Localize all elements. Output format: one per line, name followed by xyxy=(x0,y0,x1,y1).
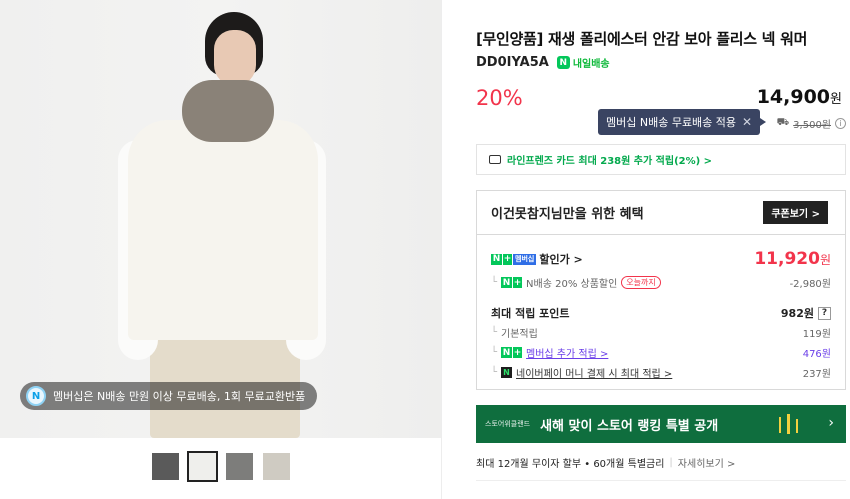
thumbnail-3[interactable] xyxy=(224,451,255,482)
model-neck-warmer xyxy=(182,80,274,142)
points-row: 최대 적립 포인트 982원 ? xyxy=(491,305,831,321)
shipping-fee: ⛟ 3,500원 i xyxy=(777,116,846,131)
trophy-decoration-icon xyxy=(779,414,798,434)
tooltip-text: 멤버십 N배송 무료배송 적용 xyxy=(606,116,737,129)
nship-discount-amount: -2,980원 xyxy=(789,279,831,290)
promo-text: 새해 맞이 스토어 랭킹 특별 공개 xyxy=(540,418,719,434)
truck-icon: ⛟ xyxy=(776,117,790,128)
benefit-box: 이건못참지님만을 위한 혜택 쿠폰보기 > N + 멤버십 할인가 > 11,920… xyxy=(476,190,846,390)
product-code-row: DD0IYA5A N 내일배송 xyxy=(476,55,610,70)
nship-discount-row: └ N + N배송 20% 상품할인 오늘까지 -2,980원 xyxy=(491,275,831,290)
benefit-header: 이건못참지님만을 위한 혜택 쿠폰보기 > xyxy=(477,191,845,235)
membership-banner-text: 멤버십은 N배송 만원 이상 무료배송, 1회 무료교환반품 xyxy=(53,390,306,403)
today-only-tag: 오늘까지 xyxy=(621,276,661,289)
naver-plus-icon: N + xyxy=(501,277,523,288)
credit-card-icon xyxy=(489,155,501,164)
close-icon[interactable]: ✕ xyxy=(742,115,752,129)
naver-plus-icon: N + xyxy=(501,347,523,358)
separator: | xyxy=(669,457,673,468)
sale-price-row: N + 멤버십 할인가 > 11,920원 xyxy=(491,249,831,269)
product-gallery: N 멤버십은 N배송 만원 이상 무료배송, 1회 무료교환반품 xyxy=(0,0,441,499)
naver-delivery-icon: N xyxy=(556,56,570,69)
naver-membership-icon: N xyxy=(26,386,46,406)
product-title: [무인양품] 재생 폴리에스터 안감 보아 플리스 넥 워머 xyxy=(476,30,808,48)
member-sale-price: 11,920원 xyxy=(754,249,831,269)
benefit-heading: 이건못참지님만을 위한 혜택 xyxy=(491,207,644,222)
product-code: DD0IYA5A xyxy=(476,55,549,70)
npay-points-value: 237원 xyxy=(802,369,831,380)
npay-points-row: └ N 네이버페이 머니 결제 시 최대 적립 > 237원 xyxy=(491,365,831,380)
installment-text: 최대 12개월 무이자 할부 • 60개월 특별금리 xyxy=(476,459,665,470)
tomorrow-delivery-badge: N 내일배송 xyxy=(556,55,610,70)
coupon-button[interactable]: 쿠폰보기 > xyxy=(763,201,828,224)
points-help-icon[interactable]: ? xyxy=(818,306,831,320)
npay-points-link[interactable]: 네이버페이 머니 결제 시 최대 적립 > xyxy=(516,365,672,380)
card-benefit-text: 라인프렌즈 카드 최대 238원 추가 적립(2%) > xyxy=(507,156,713,167)
tree-branch-icon: └ xyxy=(491,347,498,358)
store-ranking-promo[interactable]: 스토어위클랜드 새해 맞이 스토어 랭킹 특별 공개 › xyxy=(476,405,846,443)
sale-price: 14,900원 xyxy=(756,86,842,108)
model-face xyxy=(214,30,256,86)
points-label: 최대 적립 포인트 xyxy=(491,307,570,320)
sale-label-link[interactable]: N + 멤버십 할인가 > xyxy=(491,251,583,267)
member-points-row: └ N + 멤버십 추가 적립 > 476원 xyxy=(491,345,831,360)
model-torso xyxy=(128,120,318,340)
column-divider xyxy=(441,0,442,499)
thumbnail-2[interactable] xyxy=(187,451,218,482)
naver-plus-membership-icon: N + 멤버십 xyxy=(491,253,537,265)
basic-points-row: └ 기본적립 119원 xyxy=(491,325,831,340)
naver-pay-icon: N xyxy=(501,367,513,378)
basic-points-label: 기본적립 xyxy=(501,329,538,340)
tree-branch-icon: └ xyxy=(491,277,498,288)
shipping-tooltip: 멤버십 N배송 무료배송 적용 ✕ xyxy=(598,109,767,135)
discount-rate: 20% xyxy=(476,86,523,110)
thumbnail-strip xyxy=(150,451,292,482)
member-points-link[interactable]: 멤버십 추가 적립 > xyxy=(526,345,608,360)
thumbnail-4[interactable] xyxy=(261,451,292,482)
tree-branch-icon: └ xyxy=(491,367,498,378)
product-photo[interactable]: N 멤버십은 N배송 만원 이상 무료배송, 1회 무료교환반품 xyxy=(0,0,441,438)
membership-banner: N 멤버십은 N배송 만원 이상 무료배송, 1회 무료교환반품 xyxy=(20,382,318,410)
basic-points-value: 119원 xyxy=(802,329,831,340)
promo-arrow-icon: › xyxy=(828,415,834,431)
product-info: [무인양품] 재생 폴리에스터 안감 보아 플리스 넥 워머 DD0IYA5A … xyxy=(476,0,846,499)
promo-brand: 스토어위클랜드 xyxy=(485,420,531,428)
divider xyxy=(476,480,846,481)
tree-branch-icon: └ xyxy=(491,327,498,338)
info-icon[interactable]: i xyxy=(835,118,846,129)
original-shipping-fee: 3,500원 xyxy=(793,120,831,131)
member-points-value: 476원 xyxy=(802,349,831,360)
installment-row: 최대 12개월 무이자 할부 • 60개월 특별금리 | 자세히보기 > xyxy=(476,455,735,470)
nship-discount-label: N배송 20% 상품할인 xyxy=(526,279,618,290)
points-value: 982원 xyxy=(780,307,814,320)
installment-more-link[interactable]: 자세히보기 > xyxy=(678,455,736,470)
card-benefit-link[interactable]: 라인프렌즈 카드 최대 238원 추가 적립(2%) > xyxy=(476,144,846,175)
thumbnail-1[interactable] xyxy=(150,451,181,482)
